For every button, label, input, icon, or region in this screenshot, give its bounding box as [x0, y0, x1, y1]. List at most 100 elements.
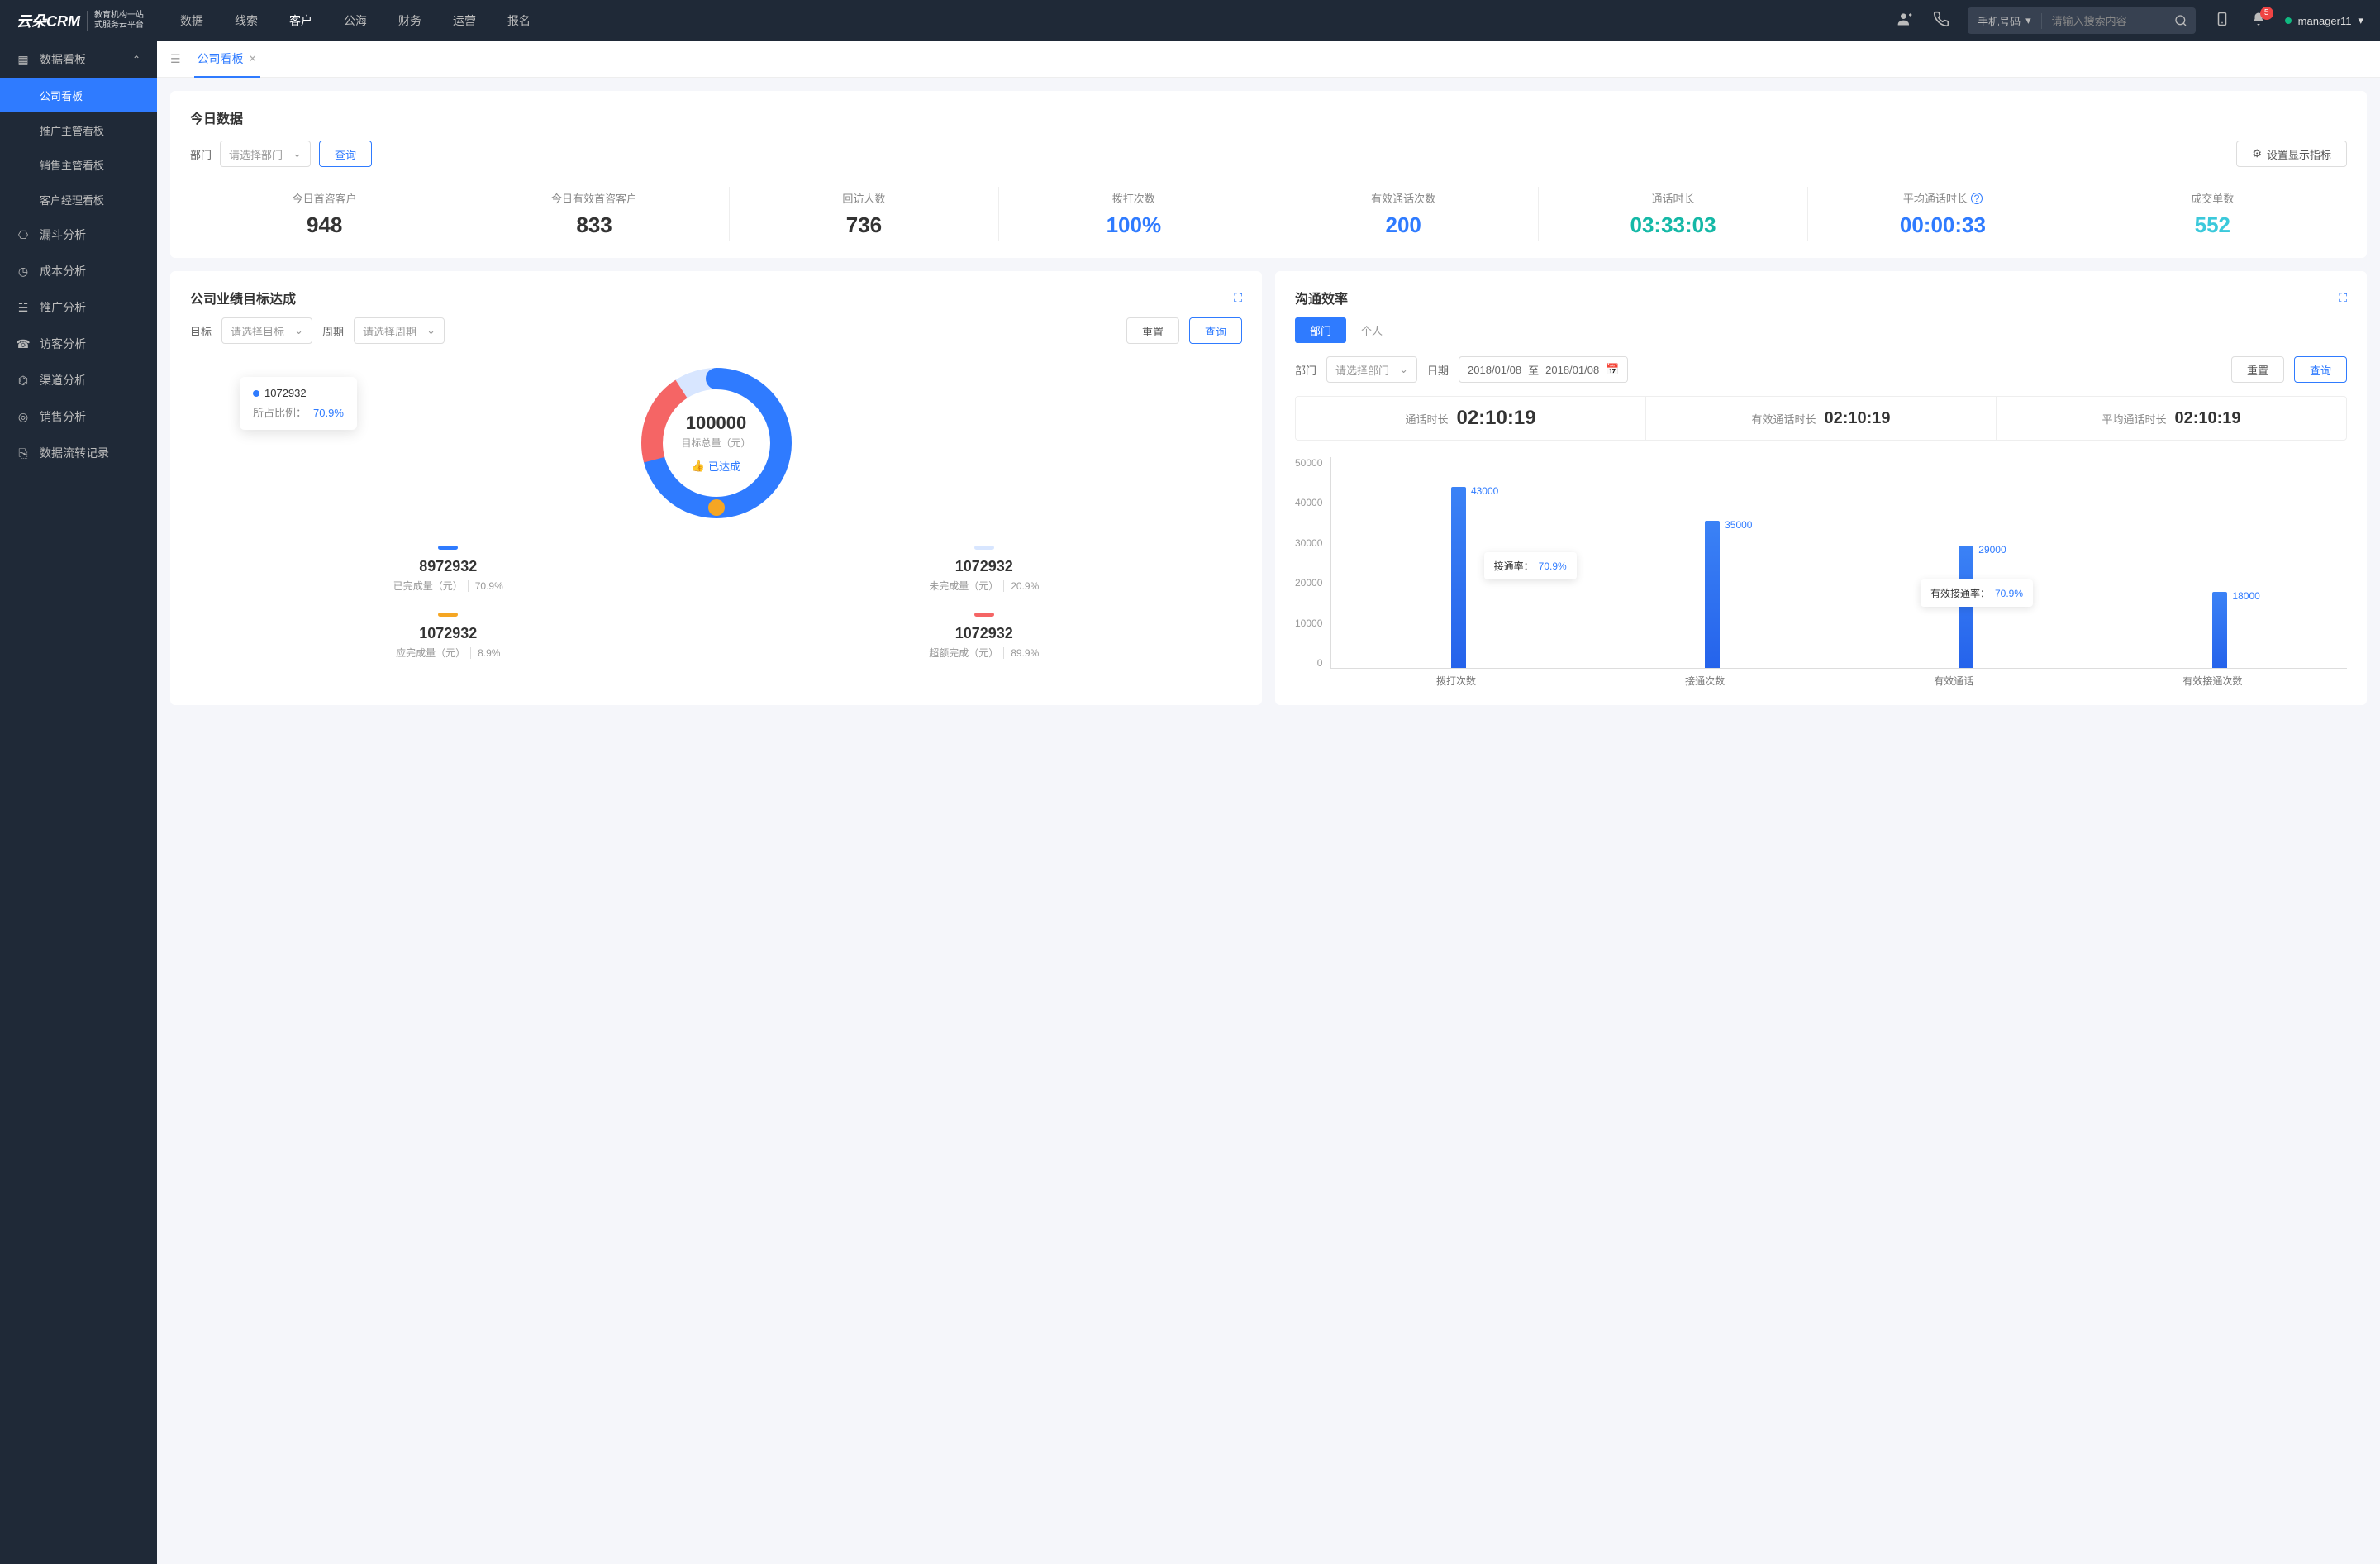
bell-icon[interactable]: 5	[2249, 12, 2268, 31]
sidebar-group-dashboard[interactable]: ▦ 数据看板 ⌃	[0, 41, 157, 78]
calendar-icon: 📅	[1606, 363, 1619, 376]
sidebar-item[interactable]: 销售主管看板	[0, 147, 157, 182]
legend-item: 8972932已完成量（元）70.9%	[190, 546, 707, 593]
nav-item[interactable]: 财务	[395, 0, 425, 41]
dept-placeholder: 请选择部门	[1335, 362, 1389, 378]
nav-item[interactable]: 运营	[450, 0, 479, 41]
user-name: manager11	[2298, 15, 2352, 27]
sidebar-item[interactable]: ⌬ 渠道分析	[0, 362, 157, 398]
sidebar-item[interactable]: ☎访客分析	[0, 326, 157, 362]
tab-dept[interactable]: 部门	[1295, 317, 1346, 343]
nav-item[interactable]: 数据	[177, 0, 207, 41]
tab-label: 公司看板	[198, 50, 244, 67]
date-range-input[interactable]: 2018/01/08 至 2018/01/08 📅	[1459, 356, 1628, 383]
bar: 29000	[1959, 546, 1973, 668]
sidebar-item[interactable]: 推广主管看板	[0, 112, 157, 147]
donut-tooltip: 1072932 所占比例：70.9%	[240, 377, 357, 430]
stats-value: 02:10:19	[1824, 409, 1890, 428]
expand-icon[interactable]: ⛶	[1234, 291, 1242, 305]
efficiency-card: 沟通效率 ⛶ 部门 个人 部门 请选择部门 ⌄	[1275, 271, 2367, 705]
period-select[interactable]: 请选择周期 ⌄	[354, 317, 445, 344]
kpi-cell: 平均通话时长?00:00:33	[1808, 187, 2078, 241]
kpi-cell: 成交单数552	[2078, 187, 2347, 241]
tab-personal[interactable]: 个人	[1346, 317, 1397, 343]
legend-sub: 未完成量（元）20.9%	[726, 579, 1243, 593]
sidebar-item[interactable]: 客户经理看板	[0, 182, 157, 217]
goal-select[interactable]: 请选择目标 ⌄	[221, 317, 312, 344]
legend-item: 1072932超额完成（元）89.9%	[726, 613, 1243, 660]
sidebar-item[interactable]: 公司看板	[0, 78, 157, 112]
status-text: 已达成	[708, 458, 740, 474]
sidebar: ▦ 数据看板 ⌃ 公司看板推广主管看板销售主管看板客户经理看板 ⎔漏斗分析◷成本…	[0, 41, 157, 1564]
info-icon[interactable]: ?	[1971, 193, 1983, 204]
reset-button[interactable]: 重置	[2231, 356, 2284, 383]
nav-item[interactable]: 报名	[504, 0, 534, 41]
donut-center-value: 100000	[681, 412, 750, 434]
nav-item[interactable]: 客户	[286, 0, 316, 41]
dept-select[interactable]: 请选择部门 ⌄	[1326, 356, 1417, 383]
search-type-select[interactable]: 手机号码 ▾	[1968, 13, 2042, 29]
bar: 35000	[1705, 521, 1720, 669]
stats-cell: 平均通话时长02:10:19	[1997, 397, 2346, 440]
legend-value: 1072932	[190, 625, 707, 642]
close-icon[interactable]: ✕	[249, 53, 257, 64]
menu-icon[interactable]: ☰	[170, 52, 181, 66]
dept-select[interactable]: 请选择部门 ⌄	[220, 141, 311, 167]
add-user-icon[interactable]	[1895, 11, 1915, 31]
target-title: 公司业绩目标达成	[190, 288, 296, 308]
menu-icon: ☱	[17, 301, 30, 315]
sidebar-item[interactable]: ☱ 推广分析	[0, 289, 157, 326]
kpi-label: 平均通话时长?	[1808, 190, 2077, 206]
float-pct: 70.9%	[1995, 588, 2023, 599]
menu-icon: ⌬	[17, 374, 30, 388]
status-dot-icon	[2285, 17, 2292, 24]
sidebar-label: 渠道分析	[40, 372, 86, 389]
period-placeholder: 请选择周期	[363, 323, 416, 339]
sidebar-item[interactable]: ◎销售分析	[0, 398, 157, 435]
sidebar-label: 推广分析	[40, 299, 86, 316]
tab-company-dashboard[interactable]: 公司看板 ✕	[194, 41, 260, 78]
tooltip-value: 1072932	[264, 387, 307, 399]
nav-item[interactable]: 公海	[340, 0, 370, 41]
float-pct: 70.9%	[1539, 560, 1567, 572]
query-button[interactable]: 查询	[1189, 317, 1242, 344]
y-tick: 50000	[1295, 457, 1322, 469]
search-input[interactable]	[2042, 15, 2166, 27]
search-type-label: 手机号码	[1978, 13, 2021, 29]
kpi-cell: 有效通话次数200	[1269, 187, 1539, 241]
indicator-btn-label: 设置显示指标	[2267, 146, 2331, 162]
kpi-row: 今日首咨客户948今日有效首咨客户833回访人数736拨打次数100%有效通话次…	[190, 187, 2347, 241]
dept-placeholder: 请选择部门	[229, 146, 283, 162]
float-label: 接通率：	[1494, 560, 1534, 572]
sidebar-item[interactable]: ⎘数据流转记录	[0, 435, 157, 471]
top-header: 云朵CRM 教育机构一站 式服务云平台 数据线索客户公海财务运营报名 手机号码 …	[0, 0, 2380, 41]
kpi-label: 今日有效首咨客户	[459, 190, 728, 206]
bar-value-label: 35000	[1725, 519, 1752, 531]
legend-value: 8972932	[190, 558, 707, 575]
mobile-icon[interactable]	[2212, 12, 2232, 31]
connect-rate-tooltip: 接通率： 70.9%	[1484, 552, 1577, 579]
kpi-value: 736	[730, 212, 998, 238]
today-data-card: 今日数据 部门 请选择部门 ⌄ 查询 ⚙ 设置显示指标 今日首咨客户94	[170, 91, 2367, 258]
sidebar-label: 成本分析	[40, 263, 86, 279]
x-axis: 拨打次数接通次数有效通话有效接通次数	[1331, 674, 2347, 688]
sidebar-label: 访客分析	[40, 336, 86, 352]
phone-icon[interactable]	[1931, 11, 1951, 31]
bar: 18000	[2212, 592, 2227, 668]
nav-item[interactable]: 线索	[231, 0, 261, 41]
sidebar-item[interactable]: ⎔漏斗分析	[0, 217, 157, 253]
stats-cell: 有效通话时长02:10:19	[1646, 397, 1997, 440]
chevron-up-icon: ⌃	[132, 54, 140, 65]
user-menu[interactable]: manager11 ▾	[2285, 14, 2363, 27]
query-button[interactable]: 查询	[319, 141, 372, 167]
reset-button[interactable]: 重置	[1126, 317, 1179, 344]
kpi-cell: 今日有效首咨客户833	[459, 187, 729, 241]
sidebar-label: 数据流转记录	[40, 445, 109, 461]
query-button[interactable]: 查询	[2294, 356, 2347, 383]
y-tick: 0	[1295, 657, 1322, 669]
set-indicator-button[interactable]: ⚙ 设置显示指标	[2236, 141, 2347, 167]
search-button[interactable]	[2166, 7, 2196, 34]
sidebar-item[interactable]: ◷成本分析	[0, 253, 157, 289]
legend-swatch	[438, 546, 458, 550]
expand-icon[interactable]: ⛶	[2339, 291, 2347, 305]
